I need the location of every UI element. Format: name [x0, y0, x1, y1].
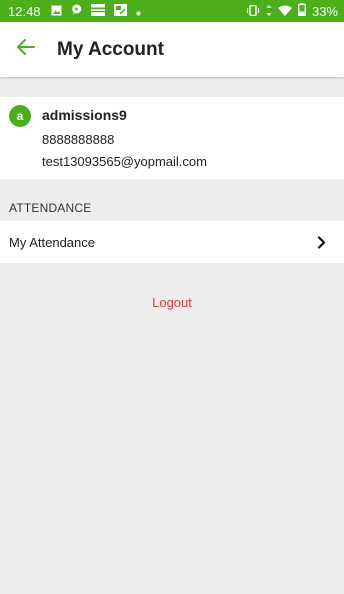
dot-icon	[136, 4, 141, 19]
my-attendance-label: My Attendance	[9, 234, 95, 250]
page-title: My Account	[57, 38, 164, 60]
back-button[interactable]	[14, 38, 38, 62]
avatar: a	[9, 105, 31, 127]
arrow-left-icon	[17, 39, 35, 60]
battery-percent: 33%	[311, 3, 338, 19]
card-icon	[90, 3, 105, 19]
chevron-right-icon	[317, 235, 329, 249]
battery-icon	[298, 3, 306, 19]
signal-icon	[266, 4, 272, 19]
image-icon	[51, 4, 62, 19]
status-bar: 12:48 33%	[0, 0, 344, 22]
profile-card: a admissions9 8888888888 test13093565@yo…	[0, 97, 344, 179]
status-time: 12:48	[8, 3, 41, 19]
chat-icon	[71, 4, 82, 19]
user-email: test13093565@yopmail.com	[42, 154, 207, 169]
avatar-letter: a	[16, 109, 24, 123]
user-phone: 8888888888	[42, 132, 115, 147]
app-toolbar: My Account	[0, 22, 344, 77]
calendar-icon	[113, 3, 127, 19]
logout-button[interactable]: Logout	[0, 295, 344, 310]
wifi-icon	[277, 4, 292, 19]
vibrate-icon	[246, 4, 260, 19]
user-name: admissions9	[42, 107, 127, 123]
attendance-section-header: ATTENDANCE	[9, 201, 92, 215]
my-attendance-row[interactable]: My Attendance	[0, 221, 344, 263]
